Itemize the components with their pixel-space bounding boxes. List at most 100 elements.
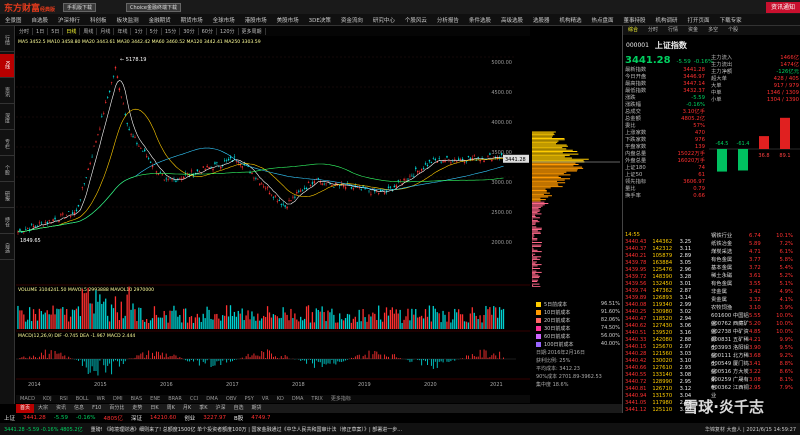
sector-row[interactable]: 稀土永磁 3.61 5.2% [709, 272, 800, 280]
indicator-tab[interactable]: 更多指标 [327, 395, 355, 403]
sector-row[interactable]: 000762 西藏矿业 5.20 10.0% [709, 320, 800, 335]
bottom-tab[interactable]: F10 [88, 404, 105, 413]
menu-item[interactable]: 资金流向 [336, 16, 368, 24]
period-tab[interactable]: 60分 [199, 27, 217, 35]
menu-item[interactable]: 打开页面 [683, 16, 715, 24]
sector-row[interactable]: 煤炭采选 4.71 6.1% [709, 248, 800, 256]
bottom-tab[interactable]: 期货 [248, 404, 266, 413]
period-tab[interactable]: 1分 [131, 27, 147, 35]
indicator-tab[interactable]: BIAS [127, 395, 147, 403]
indicator-tab[interactable]: MACD [16, 395, 39, 403]
menu-item[interactable]: 板块监测 [112, 16, 144, 24]
mobile-download-button[interactable]: 手机版下载 [63, 2, 97, 12]
menu-item[interactable]: 高级选股 [496, 16, 528, 24]
menu-item[interactable]: 热点盘面 [587, 16, 619, 24]
menu-item[interactable]: 金融期货 [144, 16, 176, 24]
menu-item[interactable]: 科创板 [85, 16, 112, 24]
period-tab[interactable]: 年线 [114, 27, 132, 35]
menu-item[interactable]: 3DE决策 [304, 16, 336, 24]
menu-item[interactable]: 董事持股 [619, 16, 651, 24]
indicator-tab[interactable]: DMI [109, 395, 127, 403]
menu-item[interactable]: 期货市场 [176, 16, 208, 24]
sidebar-item[interactable]: 行情 [0, 28, 14, 52]
indicator-tab[interactable]: DMA [202, 395, 222, 403]
menu-item[interactable]: 自选股 [27, 16, 54, 24]
indicator-tab[interactable]: CCI [186, 395, 202, 403]
bottom-tab[interactable]: 月K [179, 404, 195, 413]
bottom-tab[interactable]: 周K [163, 404, 179, 413]
bottom-tab[interactable]: 大宗 [34, 404, 52, 413]
indicator-tab[interactable]: BOLL [72, 395, 93, 403]
menu-item[interactable]: 选股器 [528, 16, 555, 24]
indicator-tab[interactable]: KDJ [39, 395, 56, 403]
sector-row[interactable]: 农牧饲渔 3.10 3.9% [709, 304, 800, 312]
quote-tab[interactable]: 多空 [703, 26, 723, 35]
quote-tab[interactable]: 行情 [663, 26, 683, 35]
indicator-tab[interactable]: BRAR [164, 395, 186, 403]
sector-row[interactable]: 有色金属 3.55 5.1% [709, 280, 800, 288]
indicator-tab[interactable]: RSI [56, 395, 72, 403]
period-tab[interactable]: 5日 [48, 27, 64, 35]
indicator-tab[interactable]: TRIX [307, 395, 326, 403]
menu-item[interactable]: 下载专家 [715, 16, 747, 24]
sector-row[interactable]: 600516 方大炭素 3.22 8.6% [709, 368, 800, 383]
period-tab[interactable]: 周线 [80, 27, 98, 35]
period-tab[interactable]: 月线 [97, 27, 115, 35]
menu-item[interactable]: 分析报告 [432, 16, 464, 24]
sector-row[interactable]: 600259 广晟有色 3.08 8.1% [709, 376, 800, 391]
sidebar-item[interactable]: 持仓 [0, 210, 14, 234]
sidebar-item[interactable]: 研报 [0, 184, 14, 208]
menu-item[interactable]: 全景图 [0, 16, 27, 24]
menu-item[interactable]: 美股市场 [272, 16, 304, 24]
terminal-download-button[interactable]: Choice金融终端下载 [126, 2, 181, 12]
sidebar-item[interactable]: 资讯 [0, 80, 14, 104]
indicator-tab[interactable]: OBV [222, 395, 241, 403]
sector-row[interactable]: 600831 五矿稀土 4.21 9.9% [709, 336, 800, 351]
indicator-tab[interactable]: VR [258, 395, 273, 403]
news-ticker[interactable]: 重磅! 《跨境理财通》细则来了! 总额度1500亿 单个投资者额度100万 | … [87, 426, 701, 433]
period-tab[interactable]: 30分 [180, 27, 199, 35]
sector-row[interactable]: 600111 北方稀土 3.68 9.2% [709, 352, 800, 367]
quote-tab[interactable]: 分时 [643, 26, 663, 35]
menu-item[interactable]: 全球市场 [208, 16, 240, 24]
bottom-tab[interactable]: 资讯 [52, 404, 70, 413]
menu-item[interactable]: 机构精选 [554, 16, 586, 24]
sidebar-item[interactable]: 深度 [0, 106, 14, 130]
period-tab[interactable]: 分时 [16, 27, 34, 35]
indicator-tab[interactable]: KD [273, 395, 288, 403]
indicator-tab[interactable]: ENE [146, 395, 164, 403]
sector-row[interactable]: 纸铁冶金 5.89 7.2% [709, 240, 800, 248]
quote-tab[interactable]: 资金 [683, 26, 703, 35]
kline-chart-area[interactable]: 5000.004500.004000.003500.003000.002500.… [16, 37, 530, 387]
period-tab[interactable]: 1日 [33, 27, 49, 35]
sector-row[interactable]: 002738 中矿资源 4.85 10.0% [709, 328, 800, 343]
indicator-tab[interactable]: PSY [241, 395, 258, 403]
bottom-tab[interactable]: 日K [146, 404, 162, 413]
menu-item[interactable]: 研究中心 [368, 16, 400, 24]
sector-row[interactable]: 贵金属 3.32 4.1% [709, 296, 800, 304]
sector-row[interactable]: 有色金属 3.77 5.8% [709, 256, 800, 264]
menu-item[interactable]: 条件选股 [464, 16, 496, 24]
indicator-tab[interactable]: DMA [288, 395, 308, 403]
sector-row[interactable]: 钢铁行业 6.74 10.1% [709, 232, 800, 240]
sidebar-item[interactable]: K线 [0, 54, 14, 78]
period-tab[interactable]: 15分 [162, 27, 181, 35]
sector-row[interactable]: 600549 厦门钨业 3.41 8.8% [709, 360, 800, 375]
sidebar-item[interactable]: 自选 [0, 236, 14, 260]
bottom-tab[interactable]: 走势 [128, 404, 146, 413]
indicator-tab[interactable]: WR [93, 395, 109, 403]
period-tab[interactable]: 更多周期 [239, 27, 266, 35]
period-tab[interactable]: 5分 [147, 27, 162, 35]
bottom-tab[interactable]: 信息 [70, 404, 88, 413]
sidebar-item[interactable]: 个股 [0, 158, 14, 182]
sector-row[interactable]: 601600 中国铝业 5.55 10.0% [709, 312, 800, 327]
sector-row[interactable]: 603993 洛阳钼业 3.90 9.5% [709, 344, 800, 359]
sector-row[interactable]: 基本金属 3.72 5.4% [709, 264, 800, 272]
menu-item[interactable]: 港股市场 [240, 16, 272, 24]
menu-item[interactable]: 个股风云 [400, 16, 432, 24]
bottom-tab[interactable]: 首页 [16, 404, 35, 413]
sidebar-item[interactable]: 专栏 [0, 132, 14, 156]
sector-row[interactable]: 非金属 3.42 4.9% [709, 288, 800, 296]
period-tab[interactable]: 日线 [63, 27, 81, 35]
quote-tab[interactable]: 个股 [723, 26, 743, 35]
